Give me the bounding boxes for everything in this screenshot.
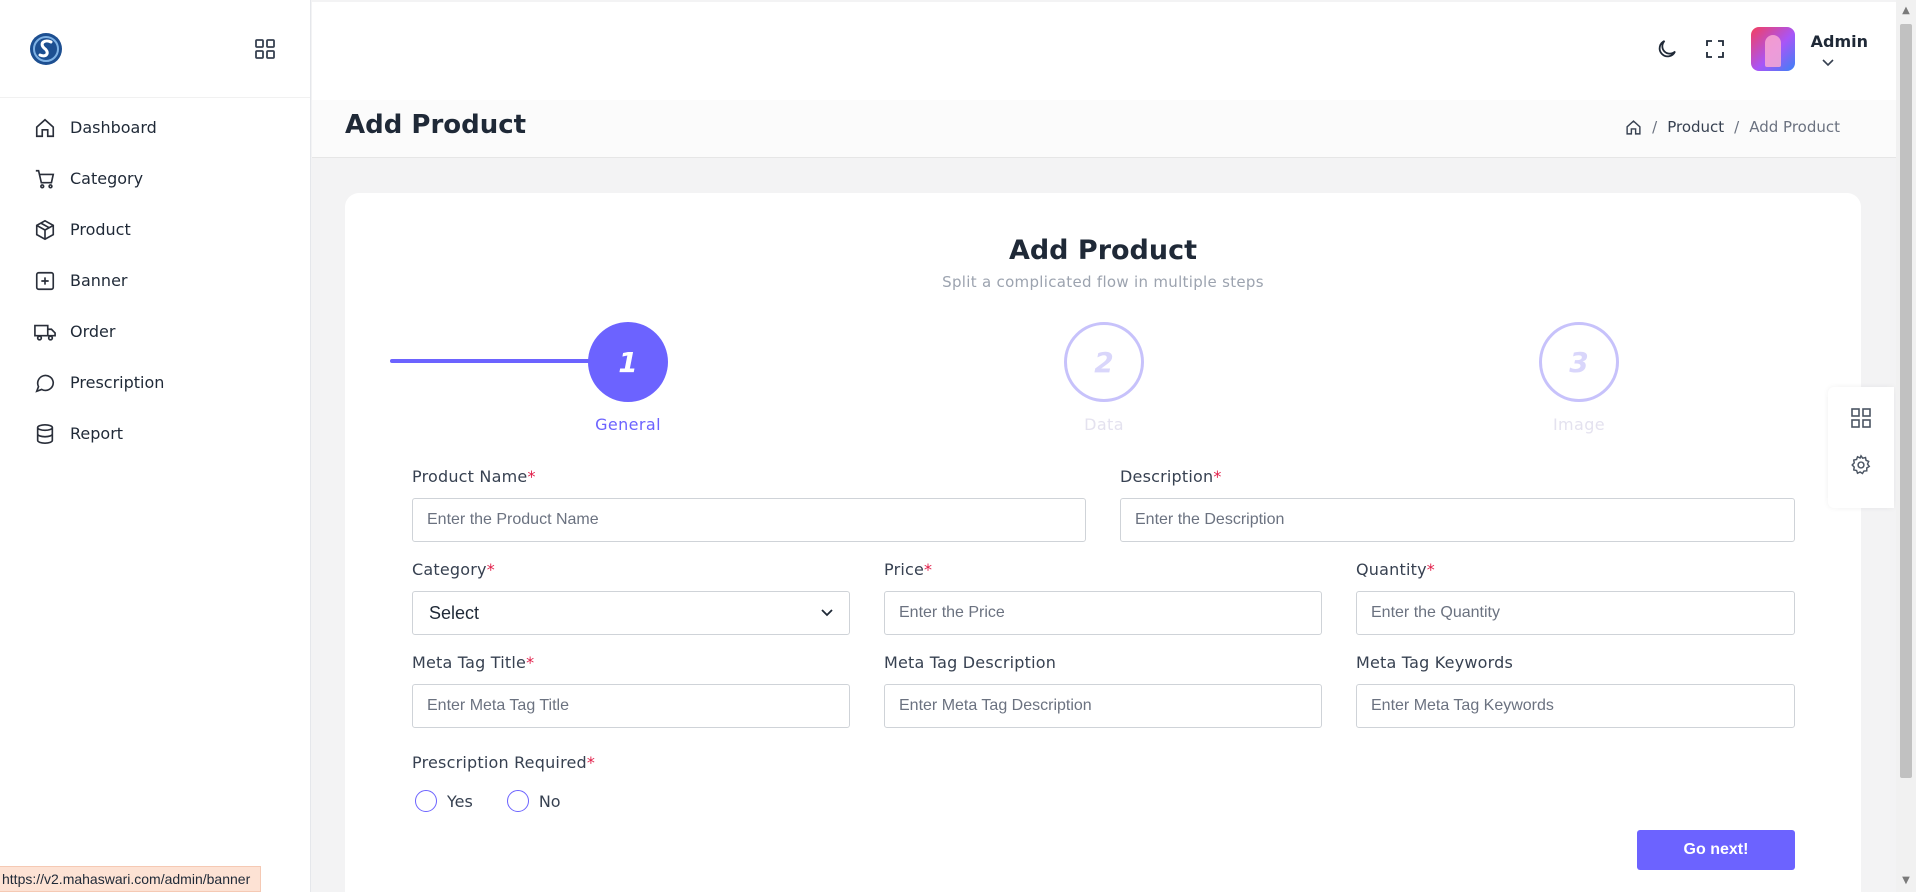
scroll-up-arrow-icon[interactable]: ▲ (1901, 6, 1911, 16)
sidebar-item-dashboard[interactable]: Dashboard (0, 102, 310, 153)
meta-title-label: Meta Tag Title* (412, 653, 535, 672)
chevron-down-icon (821, 609, 833, 617)
step-3[interactable]: 3 (1539, 322, 1619, 402)
truck-icon (34, 324, 56, 341)
breadcrumb-product[interactable]: Product (1667, 118, 1724, 136)
description-label: Description* (1120, 467, 1222, 486)
page-scrollbar[interactable]: ▲ ▼ (1896, 0, 1916, 892)
breadcrumb-separator: / (1734, 118, 1740, 136)
cart-icon (35, 169, 55, 189)
sidebar-item-label: Product (70, 220, 131, 239)
breadcrumb-separator: / (1652, 118, 1658, 136)
layout-grid-icon[interactable] (1850, 407, 1872, 429)
sidebar-item-label: Order (70, 322, 116, 341)
scrollbar-thumb[interactable] (1900, 24, 1912, 778)
sidebar-item-prescription[interactable]: Prescription (0, 357, 310, 408)
step-1[interactable]: 1 (588, 322, 668, 402)
prescription-no-label[interactable]: No (539, 792, 561, 811)
sidebar-item-category[interactable]: Category (0, 153, 310, 204)
meta-title-input[interactable] (412, 684, 850, 728)
prescription-yes-radio[interactable] (415, 790, 437, 812)
sidebar-item-label: Banner (70, 271, 128, 290)
meta-keywords-input[interactable] (1356, 684, 1795, 728)
topbar: Admin (312, 2, 1896, 100)
page-title: Add Product (345, 110, 527, 140)
sidebar-item-label: Prescription (70, 373, 165, 392)
meta-description-input[interactable] (884, 684, 1322, 728)
sidebar-item-label: Category (70, 169, 144, 188)
prescription-radio-group: Yes No (415, 790, 595, 812)
sidebar-header (0, 0, 310, 98)
chevron-down-icon[interactable] (1821, 57, 1835, 67)
stepper-progress-line (390, 359, 600, 363)
sidebar-item-order[interactable]: Order (0, 306, 310, 357)
sidebar-item-label: Dashboard (70, 118, 157, 137)
price-input[interactable] (884, 591, 1322, 635)
price-label: Price* (884, 560, 933, 579)
fullscreen-icon[interactable] (1703, 37, 1727, 61)
product-name-label: Product Name* (412, 467, 536, 486)
sidebar-item-product[interactable]: Product (0, 204, 310, 255)
meta-keywords-label: Meta Tag Keywords (1356, 653, 1514, 672)
breadcrumb: / Product / Add Product (1625, 118, 1840, 136)
prescription-label: Prescription Required* (412, 753, 596, 772)
category-label: Category* (412, 560, 495, 579)
home-icon[interactable] (1625, 119, 1642, 136)
user-name: Admin (1810, 31, 1868, 51)
form-title: Add Product (1008, 235, 1198, 266)
sidebar-nav: Dashboard Category Product Banner Order … (0, 98, 310, 459)
step-1-label: General (595, 415, 661, 434)
chat-icon (35, 374, 55, 393)
topbar-actions: Admin (1655, 27, 1868, 71)
meta-description-label: Meta Tag Description (884, 653, 1057, 672)
sidebar-item-label: Report (70, 424, 124, 443)
status-bar-url: https://v2.mahaswari.com/admin/banner (0, 866, 262, 892)
step-3-label: Image (1552, 415, 1606, 434)
form-subtitle: Split a complicated flow in multiple ste… (942, 273, 1264, 291)
quantity-input[interactable] (1356, 591, 1795, 635)
step-2[interactable]: 2 (1064, 322, 1144, 402)
prescription-yes-label[interactable]: Yes (447, 792, 473, 811)
step-2-label: Data (1084, 415, 1124, 434)
user-menu[interactable]: Admin (1811, 32, 1868, 67)
sidebar: Dashboard Category Product Banner Order … (0, 0, 311, 892)
plus-square-icon (35, 271, 55, 290)
category-select-value: Select (429, 602, 480, 623)
avatar[interactable] (1750, 27, 1795, 71)
page-header: Add Product / Product / Add Product (312, 100, 1896, 158)
sidebar-item-report[interactable]: Report (0, 408, 310, 459)
database-icon (36, 423, 54, 444)
floating-tools-panel (1828, 387, 1894, 508)
category-select[interactable]: Select (412, 591, 850, 635)
sidebar-item-banner[interactable]: Banner (0, 255, 310, 306)
moon-icon[interactable] (1655, 37, 1679, 61)
box-icon (35, 219, 55, 240)
product-name-input[interactable] (412, 498, 1086, 542)
grid-menu-icon[interactable] (254, 38, 276, 60)
prescription-no-radio[interactable] (506, 790, 529, 812)
logo-icon[interactable] (28, 29, 64, 69)
go-next-button[interactable]: Go next! (1637, 830, 1795, 870)
home-icon (35, 118, 55, 137)
add-product-card: Add Product Split a complicated flow in … (345, 193, 1861, 892)
breadcrumb-current: Add Product (1749, 118, 1840, 136)
scroll-down-arrow-icon[interactable]: ▼ (1901, 876, 1911, 886)
description-input[interactable] (1120, 498, 1795, 542)
gear-icon[interactable] (1850, 454, 1872, 476)
quantity-label: Quantity* (1356, 560, 1435, 579)
